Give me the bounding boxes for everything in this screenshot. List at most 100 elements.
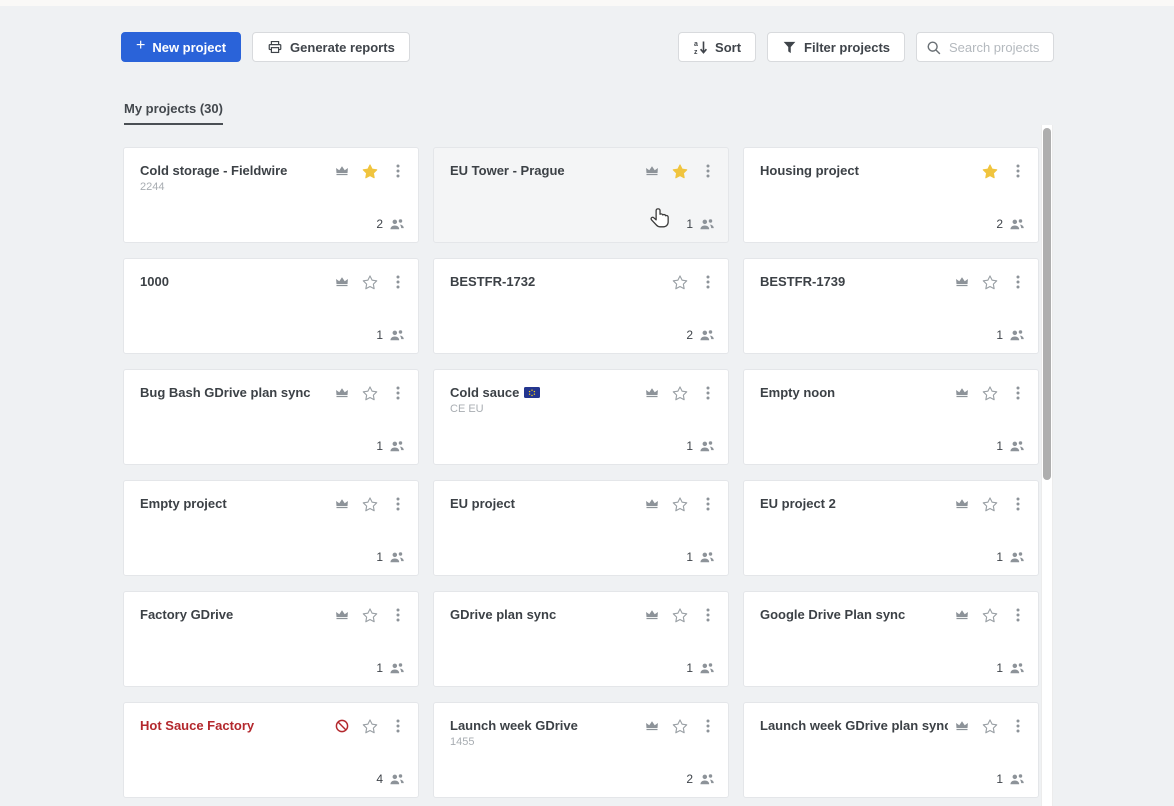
- crown-icon: [954, 385, 970, 401]
- card-icons: [644, 162, 716, 179]
- project-card[interactable]: 1000 1: [123, 258, 419, 354]
- generate-reports-button[interactable]: Generate reports: [252, 32, 410, 62]
- project-card[interactable]: Launch week GDrive plan sync 1: [743, 702, 1039, 798]
- member-count: 1: [376, 439, 383, 453]
- star-icon[interactable]: [982, 163, 998, 179]
- toolbar: + New project Generate reports a z Sort …: [121, 32, 1054, 62]
- people-icon: [389, 660, 405, 676]
- kebab-menu-icon[interactable]: [700, 496, 716, 512]
- kebab-menu-icon[interactable]: [700, 718, 716, 734]
- project-title: BESTFR-1739: [760, 273, 948, 290]
- card-header: Empty project: [140, 495, 406, 512]
- star-icon[interactable]: [672, 496, 688, 512]
- card-titles: Launch week GDrive 1455: [450, 717, 644, 748]
- kebab-menu-icon[interactable]: [390, 385, 406, 401]
- project-title-text: Hot Sauce Factory: [140, 718, 255, 733]
- people-icon: [1009, 549, 1025, 565]
- project-card[interactable]: Housing project 2: [743, 147, 1039, 243]
- kebab-menu-icon[interactable]: [1010, 496, 1026, 512]
- eu-flag-icon: [524, 387, 541, 398]
- project-card[interactable]: Bug Bash GDrive plan sync 1: [123, 369, 419, 465]
- card-header: Hot Sauce Factory: [140, 717, 406, 734]
- kebab-menu-icon[interactable]: [1010, 718, 1026, 734]
- project-card[interactable]: Cold sauce CE EU 1: [433, 369, 729, 465]
- card-footer: 4: [376, 771, 405, 787]
- people-icon: [1009, 327, 1025, 343]
- projects-content: Cold storage - Fieldwire 2244 2 EU Tower…: [123, 147, 1039, 798]
- project-card[interactable]: Hot Sauce Factory 4: [123, 702, 419, 798]
- card-footer: 1: [686, 549, 715, 565]
- printer-icon: [267, 39, 283, 55]
- kebab-menu-icon[interactable]: [1010, 163, 1026, 179]
- card-header: EU project: [450, 495, 716, 512]
- star-icon[interactable]: [362, 274, 378, 290]
- member-count: 1: [996, 328, 1003, 342]
- crown-icon: [644, 385, 660, 401]
- kebab-menu-icon[interactable]: [390, 607, 406, 623]
- kebab-menu-icon[interactable]: [390, 163, 406, 179]
- project-title-text: EU Tower - Prague: [450, 163, 565, 178]
- star-icon[interactable]: [982, 718, 998, 734]
- star-icon[interactable]: [982, 496, 998, 512]
- project-card[interactable]: EU project 2 1: [743, 480, 1039, 576]
- kebab-menu-icon[interactable]: [700, 385, 716, 401]
- vertical-scrollbar[interactable]: [1041, 125, 1053, 806]
- project-title-text: Cold storage - Fieldwire: [140, 163, 288, 178]
- project-title-text: Factory GDrive: [140, 607, 234, 622]
- kebab-menu-icon[interactable]: [390, 274, 406, 290]
- project-title-text: Bug Bash GDrive plan sync: [140, 385, 311, 400]
- star-icon[interactable]: [672, 274, 688, 290]
- star-icon[interactable]: [362, 718, 378, 734]
- project-card[interactable]: EU Tower - Prague 1: [433, 147, 729, 243]
- star-icon[interactable]: [672, 385, 688, 401]
- star-icon[interactable]: [362, 607, 378, 623]
- project-card[interactable]: Factory GDrive 1: [123, 591, 419, 687]
- sort-button[interactable]: a z Sort: [678, 32, 757, 62]
- crown-icon: [334, 385, 350, 401]
- kebab-menu-icon[interactable]: [700, 163, 716, 179]
- star-icon[interactable]: [362, 163, 378, 179]
- crown-icon: [644, 607, 660, 623]
- people-icon: [389, 327, 405, 343]
- card-icons: [954, 606, 1026, 623]
- project-card[interactable]: Launch week GDrive 1455 2: [433, 702, 729, 798]
- card-titles: Empty project: [140, 495, 334, 512]
- project-card[interactable]: Google Drive Plan sync 1: [743, 591, 1039, 687]
- card-icons: [334, 273, 406, 290]
- star-icon[interactable]: [982, 607, 998, 623]
- project-card[interactable]: Cold storage - Fieldwire 2244 2: [123, 147, 419, 243]
- card-header: 1000: [140, 273, 406, 290]
- filter-projects-button[interactable]: Filter projects: [767, 32, 905, 62]
- project-card[interactable]: Empty project 1: [123, 480, 419, 576]
- kebab-menu-icon[interactable]: [1010, 274, 1026, 290]
- star-icon[interactable]: [672, 607, 688, 623]
- star-icon[interactable]: [672, 163, 688, 179]
- project-title: Empty project: [140, 495, 328, 512]
- card-titles: GDrive plan sync: [450, 606, 644, 623]
- kebab-menu-icon[interactable]: [700, 274, 716, 290]
- kebab-menu-icon[interactable]: [1010, 607, 1026, 623]
- crown-icon: [644, 718, 660, 734]
- kebab-menu-icon[interactable]: [390, 718, 406, 734]
- kebab-menu-icon[interactable]: [700, 607, 716, 623]
- star-icon[interactable]: [982, 274, 998, 290]
- star-icon[interactable]: [672, 718, 688, 734]
- star-icon[interactable]: [362, 385, 378, 401]
- member-count: 1: [376, 328, 383, 342]
- new-project-button[interactable]: + New project: [121, 32, 242, 62]
- project-card[interactable]: GDrive plan sync 1: [433, 591, 729, 687]
- star-icon[interactable]: [362, 496, 378, 512]
- card-icons: [672, 273, 716, 290]
- scrollbar-thumb[interactable]: [1043, 128, 1051, 480]
- project-card[interactable]: EU project 1: [433, 480, 729, 576]
- tab-my-projects[interactable]: My projects (30): [124, 101, 223, 125]
- project-card[interactable]: Empty noon 1: [743, 369, 1039, 465]
- project-card[interactable]: BESTFR-1739 1: [743, 258, 1039, 354]
- card-header: EU project 2: [760, 495, 1026, 512]
- kebab-menu-icon[interactable]: [1010, 385, 1026, 401]
- project-card[interactable]: BESTFR-1732 2: [433, 258, 729, 354]
- star-icon[interactable]: [982, 385, 998, 401]
- card-icons: [644, 384, 716, 401]
- kebab-menu-icon[interactable]: [390, 496, 406, 512]
- crown-icon: [334, 496, 350, 512]
